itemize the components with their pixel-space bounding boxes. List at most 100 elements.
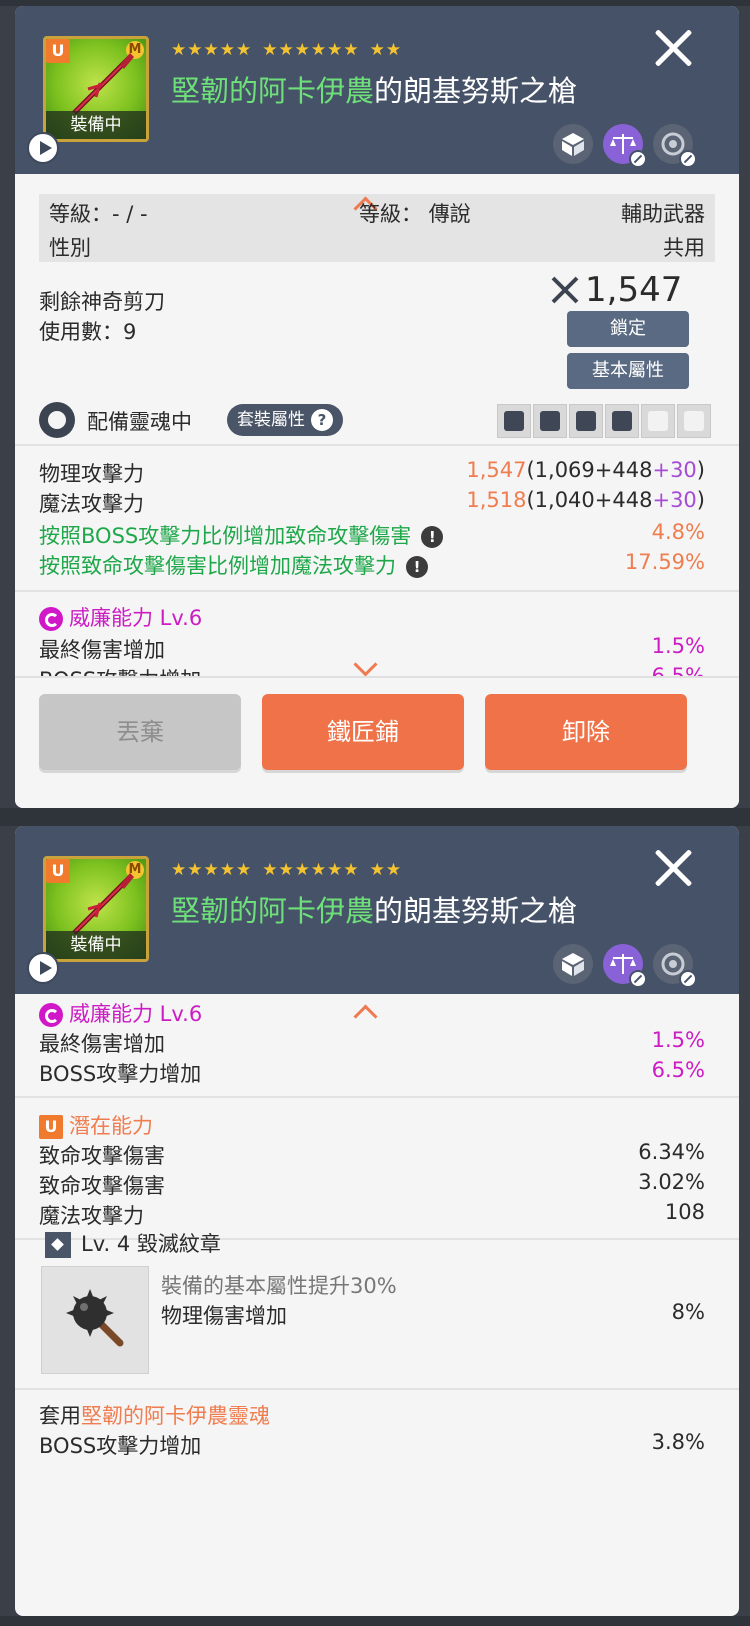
special-stat-2: 按照致命攻擊傷害比例增加魔法攻擊力! (39, 550, 428, 580)
cube-glyph-icon (562, 133, 584, 156)
spear-icon (72, 53, 134, 115)
emblem-icon (45, 1232, 71, 1258)
potential-badge: U (39, 1115, 63, 1139)
play-icon[interactable] (27, 132, 59, 164)
disabled-icon (679, 150, 697, 168)
cube-glyph-icon (562, 953, 584, 976)
balance-scale-icon[interactable] (603, 944, 647, 988)
gender-value: 共用 (663, 236, 705, 260)
slot-star-icon[interactable] (677, 404, 711, 438)
level-label: 等級：- / - (49, 202, 148, 226)
grade-label: 等級： 傳說 (359, 202, 471, 226)
slot-weapon-icon[interactable] (497, 404, 531, 438)
potential-title: U 潛在能力 (39, 1110, 153, 1140)
item-detail-card-top: U M 裝備中 ★★★★★ ★★★★★★ ★★ 堅韌的阿卡伊農的朗基努斯之槍 等… (15, 6, 739, 808)
lock-button[interactable]: 鎖定 (567, 311, 689, 347)
background-strip (0, 808, 750, 826)
slot-road-icon[interactable] (641, 404, 675, 438)
star-rating: ★★★★★ ★★★★★★ ★★ (171, 40, 402, 60)
stat-value: 1,518(1,040+448+30) (466, 488, 705, 512)
base-stats-button[interactable]: 基本屬性 (567, 353, 689, 389)
potential-line: 致命攻擊傷害 (39, 1174, 165, 1198)
background-strip (0, 1616, 750, 1626)
prestige-line-value: 1.5% (651, 1028, 705, 1052)
equipped-label: 裝備中 (46, 111, 146, 139)
item-title-prefix: 堅韌的阿卡伊農 (171, 894, 375, 928)
blacksmith-button[interactable]: 鐵匠鋪 (262, 694, 464, 770)
spear-icon (72, 873, 134, 935)
rank-badge: U (46, 859, 70, 883)
prestige-title: 威廉能力 Lv.6 (39, 998, 202, 1028)
lock-icon[interactable] (653, 944, 697, 988)
emblem-stat-value: 8% (671, 1300, 705, 1324)
unequip-button[interactable]: 卸除 (485, 694, 687, 770)
balance-scale-icon[interactable] (603, 124, 647, 168)
slot-gem-icon[interactable] (605, 404, 639, 438)
slot-wing-icon[interactable] (569, 404, 603, 438)
item-title: 堅韌的阿卡伊農的朗基努斯之槍 (171, 68, 577, 110)
emblem-desc: 裝備的基本屬性提升30% (161, 1274, 397, 1298)
prestige-line: BOSS攻擊力增加 (39, 1062, 202, 1086)
stars-group-3: ★★ (369, 860, 403, 880)
item-title: 堅韌的阿卡伊農的朗基努斯之槍 (171, 888, 577, 930)
soul-label: 配備靈魂中 (87, 410, 192, 434)
scroll-up-icon[interactable] (353, 1004, 378, 1029)
stars-group-1: ★★★★★ (171, 40, 253, 60)
scissors-uses: 使用數：9 (39, 320, 137, 344)
item-title-suffix: 的朗基努斯之槍 (374, 894, 578, 928)
cube-icon[interactable] (553, 944, 593, 984)
emblem-title: Lv. 4 毀滅紋章 (45, 1228, 221, 1258)
set-stats-label: 套裝屬性 (237, 410, 305, 430)
type-label: 輔助武器 (621, 202, 705, 226)
discard-button[interactable]: 丟棄 (39, 694, 241, 770)
slot-skull-icon[interactable] (533, 404, 567, 438)
item-title-prefix: 堅韌的阿卡伊農 (171, 74, 375, 108)
play-icon[interactable] (27, 952, 59, 984)
disabled-icon (629, 150, 647, 168)
prestige-line-value: 1.5% (651, 634, 705, 658)
soul-applied-stat-value: 3.8% (651, 1430, 705, 1454)
potential-line: 魔法攻擊力 (39, 1204, 144, 1228)
potential-line-value: 6.34% (638, 1140, 705, 1164)
prestige-line: 最終傷害增加 (39, 1032, 165, 1056)
close-button[interactable] (651, 846, 695, 890)
close-button[interactable] (651, 26, 695, 70)
item-detail-card-bottom: U M 裝備中 ★★★★★ ★★★★★★ ★★ 堅韌的阿卡伊農的朗基努斯之槍 威… (15, 826, 739, 1616)
prestige-icon (39, 607, 63, 631)
potential-line-value: 3.02% (638, 1170, 705, 1194)
rank-badge: U (46, 39, 70, 63)
disabled-icon (679, 970, 697, 988)
item-title-suffix: 的朗基努斯之槍 (374, 74, 578, 108)
attack-power-icon (551, 276, 579, 304)
lock-icon[interactable] (653, 124, 697, 168)
stat-name: 物理攻擊力 (39, 462, 144, 486)
item-icon[interactable]: U M 裝備中 (43, 36, 149, 142)
emblem-stat: 物理傷害增加 (161, 1304, 287, 1328)
item-icon[interactable]: U M 裝備中 (43, 856, 149, 962)
set-stats-button[interactable]: 套裝屬性? (227, 404, 343, 436)
divider (15, 590, 739, 592)
potential-line-value: 108 (664, 1200, 705, 1224)
equipped-label: 裝備中 (46, 931, 146, 959)
stars-group-3: ★★ (369, 40, 403, 60)
prestige-line-value: 6.5% (651, 1058, 705, 1082)
item-header: U M 裝備中 ★★★★★ ★★★★★★ ★★ 堅韌的阿卡伊農的朗基努斯之槍 (15, 6, 739, 174)
soul-applied-stat: BOSS攻擊力增加 (39, 1434, 202, 1458)
cube-icon[interactable] (553, 124, 593, 164)
divider (15, 1388, 739, 1390)
info-icon[interactable]: ! (421, 526, 444, 548)
soul-icon (39, 402, 75, 438)
prestige-title: 威廉能力 Lv.6 (39, 602, 202, 632)
stat-name: 魔法攻擊力 (39, 492, 144, 516)
stars-group-2: ★★★★★★ (262, 40, 360, 60)
info-icon[interactable]: ! (406, 556, 428, 578)
stars-group-2: ★★★★★★ (262, 860, 360, 880)
prestige-icon (39, 1003, 63, 1027)
disabled-icon (629, 970, 647, 988)
stars-group-1: ★★★★★ (171, 860, 253, 880)
scroll-down-icon[interactable] (353, 652, 378, 677)
star-rating: ★★★★★ ★★★★★★ ★★ (171, 860, 402, 880)
special-stat-1-value: 4.8% (651, 520, 705, 544)
mace-icon (66, 1289, 124, 1347)
stat-value: 1,547(1,069+448+30) (466, 458, 705, 482)
